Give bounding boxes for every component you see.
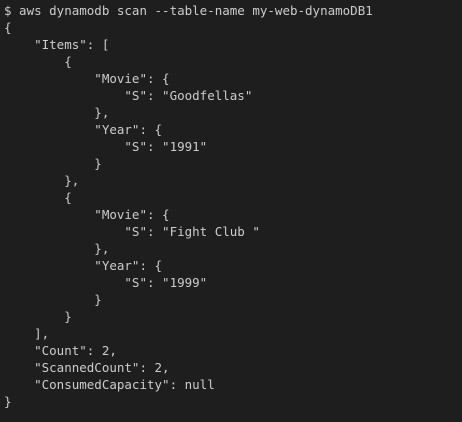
output-line: { [4,54,72,69]
output-line: "Movie": { [4,207,170,222]
output-line: "Items": [ [4,37,110,52]
output-line: }, [4,241,110,256]
output-line: ], [4,326,50,341]
output-line: "S": "1999" [4,275,208,290]
output-line: "S": "1991" [4,139,208,154]
output-line: "Movie": { [4,71,170,86]
output-line: }, [4,173,80,188]
output-line: { [4,190,72,205]
output-line: { [4,20,12,35]
output-line: "Count": 2, [4,343,117,358]
command-line: $ aws dynamodb scan --table-name my-web-… [4,3,373,18]
terminal-window[interactable]: $ aws dynamodb scan --table-name my-web-… [0,0,462,422]
output-line: "ConsumedCapacity": null [4,377,215,392]
output-line: "Year": { [4,122,163,137]
output-line: "S": "Goodfellas" [4,88,253,103]
output-line: }, [4,105,110,120]
output-line: "Year": { [4,258,163,273]
output-line: } [4,309,72,324]
output-line: } [4,292,102,307]
output-line: } [4,394,12,409]
output-line: } [4,156,102,171]
output-line: "ScannedCount": 2, [4,360,170,375]
output-line: "S": "Fight Club " [4,224,260,239]
